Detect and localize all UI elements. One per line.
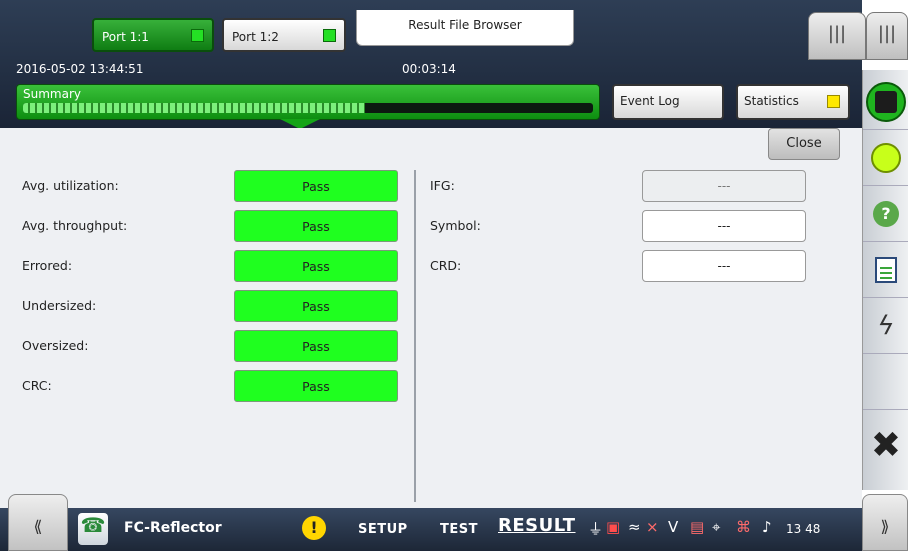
port-status-led <box>323 29 336 42</box>
statistics-label: Statistics <box>744 94 799 108</box>
errored-verdict: Pass <box>234 250 398 282</box>
avg-utilization-verdict: Pass <box>234 170 398 202</box>
sidebar-grip-handle[interactable]: ||| <box>866 12 908 60</box>
nav-result-tab[interactable]: RESULT <box>498 515 576 536</box>
port-tab-1-1[interactable]: Port 1:1 <box>92 18 214 52</box>
port-tab-label: Port 1:1 <box>102 30 149 44</box>
right-sidebar: ? ϟ ✖ <box>862 70 908 490</box>
panel-grip-handle[interactable]: ||| <box>808 12 866 60</box>
tray-clock: 13 48 <box>786 522 821 536</box>
test-app-icon[interactable]: ☎ <box>78 513 108 545</box>
crc-verdict: Pass <box>234 370 398 402</box>
test-app-name: FC-Reflector <box>124 520 222 536</box>
column-divider <box>414 170 416 502</box>
warning-icon[interactable]: ! <box>302 516 326 540</box>
summary-tab[interactable]: Summary <box>16 84 600 120</box>
satellite-icon: ⌖ <box>712 518 721 536</box>
port-tab-label: Port 1:2 <box>232 30 279 44</box>
result-file-browser-tab[interactable]: Result File Browser <box>356 10 574 46</box>
undersized-label: Undersized: <box>22 298 97 313</box>
power-plug-icon: ⏚ <box>588 520 604 538</box>
error-inject-icon: ϟ <box>877 310 895 341</box>
sidebar-empty-slot <box>863 354 908 410</box>
exit-test-button[interactable]: ✖ <box>863 410 908 480</box>
help-icon: ? <box>873 200 899 227</box>
event-log-button[interactable]: Event Log <box>612 84 724 120</box>
avg-throughput-verdict: Pass <box>234 210 398 242</box>
summary-progress-bar <box>23 103 593 113</box>
summary-progress-fill <box>23 103 365 113</box>
network-disabled-icon: ⌘ <box>736 518 751 536</box>
avg-throughput-label: Avg. throughput: <box>22 218 128 233</box>
report-button[interactable] <box>863 242 908 298</box>
camera-disabled-icon: ▣ <box>606 518 621 536</box>
crc-label: CRC: <box>22 378 52 393</box>
oversized-label: Oversized: <box>22 338 89 353</box>
double-chevron-left-icon: ⟪ <box>33 517 43 536</box>
avg-utilization-label: Avg. utilization: <box>22 178 119 193</box>
bluetooth-disabled-icon: ⨯ <box>646 518 659 536</box>
double-chevron-right-icon: ⟫ <box>880 517 890 536</box>
symbol-value: --- <box>642 210 806 242</box>
close-button[interactable]: Close <box>768 128 840 160</box>
elapsed-timer: 00:03:14 <box>402 62 456 76</box>
stop-icon <box>866 81 906 122</box>
nav-test-tab[interactable]: TEST <box>440 522 478 537</box>
errored-label: Errored: <box>22 258 73 273</box>
statistics-button[interactable]: Statistics <box>736 84 850 120</box>
statistics-status-led <box>827 95 840 108</box>
inject-error-button[interactable]: ϟ <box>863 298 908 354</box>
report-icon <box>875 256 897 283</box>
port-status-led <box>191 29 204 42</box>
close-x-icon: ✖ <box>870 424 902 466</box>
wifi-icon: ≈ <box>628 518 641 536</box>
oversized-verdict: Pass <box>234 330 398 362</box>
symbol-label: Symbol: <box>430 218 481 233</box>
nav-setup-tab[interactable]: SETUP <box>358 522 408 537</box>
port-tab-1-2[interactable]: Port 1:2 <box>222 18 346 52</box>
stop-test-button[interactable] <box>863 74 908 130</box>
crd-value: --- <box>642 250 806 282</box>
date-time: 2016-05-02 13:44:51 <box>16 62 144 76</box>
summary-label: Summary <box>23 87 81 101</box>
test-status-indicator[interactable] <box>863 130 908 186</box>
crd-label: CRD: <box>430 258 462 273</box>
grip-lines-icon: ||| <box>827 23 847 44</box>
vnc-icon: V <box>668 518 679 536</box>
grip-lines-icon: ||| <box>877 23 897 44</box>
left-grip-button[interactable]: ⟪ <box>8 494 68 551</box>
help-button[interactable]: ? <box>863 186 908 242</box>
ifg-label: IFG: <box>430 178 455 193</box>
status-circle-icon <box>871 142 901 173</box>
right-grip-button[interactable]: ⟫ <box>862 494 908 551</box>
ifg-value: --- <box>642 170 806 202</box>
terminal-disabled-icon: ▤ <box>690 518 705 536</box>
volume-icon: ♪ <box>762 518 772 536</box>
undersized-verdict: Pass <box>234 290 398 322</box>
